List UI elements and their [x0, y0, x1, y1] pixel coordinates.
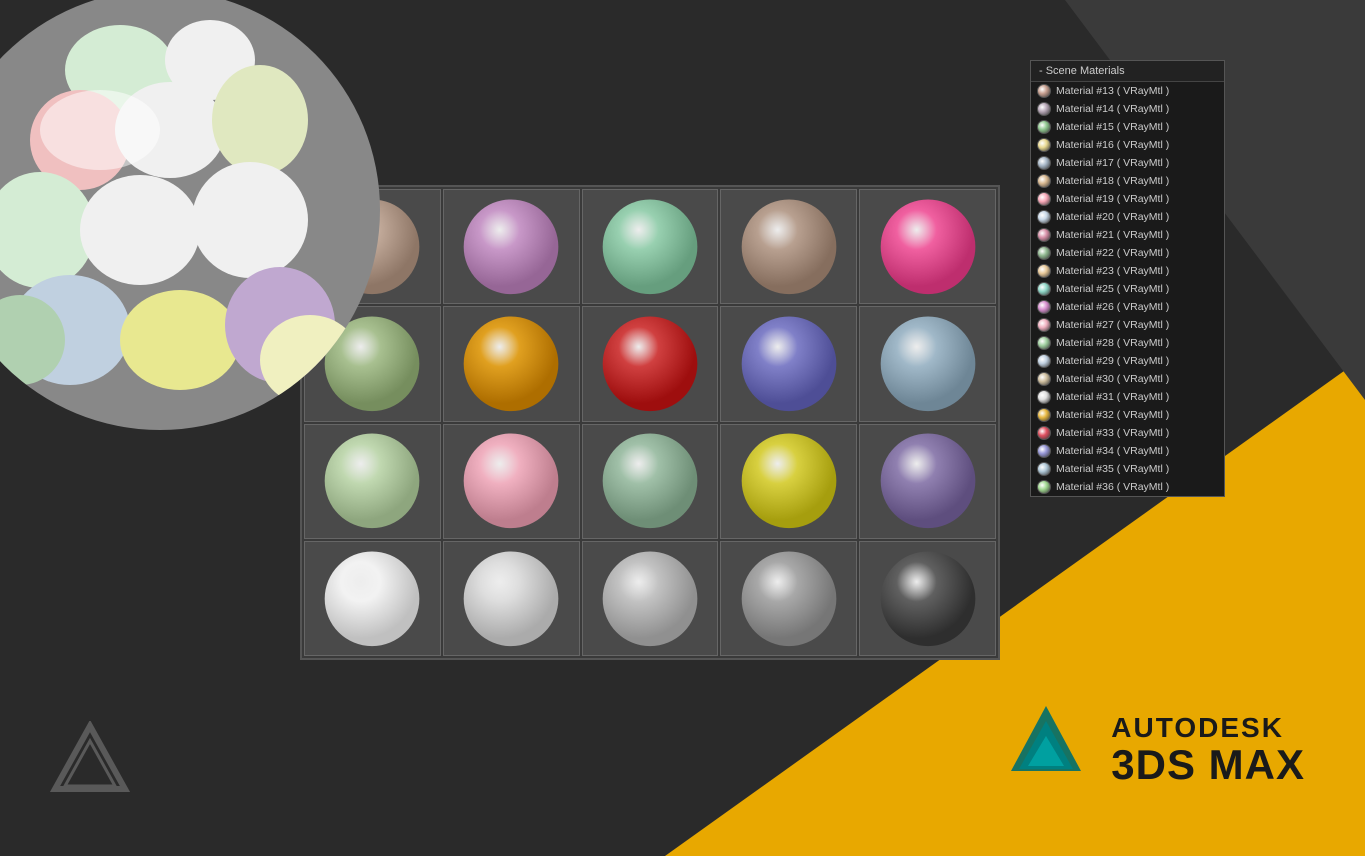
material-swatch-21: [1037, 228, 1051, 242]
material-list-item-21[interactable]: Material #21 ( VRayMtl ): [1031, 226, 1224, 244]
material-list-item-34[interactable]: Material #34 ( VRayMtl ): [1031, 442, 1224, 460]
material-list-item-16[interactable]: Material #16 ( VRayMtl ): [1031, 136, 1224, 154]
material-cell-8: [720, 306, 857, 421]
material-cell-3: [720, 189, 857, 304]
material-label-36: Material #36 ( VRayMtl ): [1056, 481, 1169, 493]
material-label-19: Material #19 ( VRayMtl ): [1056, 193, 1169, 205]
material-cell-9: [859, 306, 996, 421]
3dsmax-icon: [1001, 701, 1091, 796]
material-label-30: Material #30 ( VRayMtl ): [1056, 373, 1169, 385]
material-list-item-22[interactable]: Material #22 ( VRayMtl ): [1031, 244, 1224, 262]
material-swatch-23: [1037, 264, 1051, 278]
scene-materials-panel: - Scene Materials Material #13 ( VRayMtl…: [1030, 60, 1225, 497]
material-label-22: Material #22 ( VRayMtl ): [1056, 247, 1169, 259]
material-label-16: Material #16 ( VRayMtl ): [1056, 139, 1169, 151]
material-list-item-15[interactable]: Material #15 ( VRayMtl ): [1031, 118, 1224, 136]
material-cell-18: [720, 541, 857, 656]
primus-logo: [50, 721, 130, 806]
material-list-item-28[interactable]: Material #28 ( VRayMtl ): [1031, 334, 1224, 352]
material-label-15: Material #15 ( VRayMtl ): [1056, 121, 1169, 133]
material-swatch-26: [1037, 300, 1051, 314]
material-cell-2: [582, 189, 719, 304]
material-cell-11: [443, 424, 580, 539]
material-list-item-13[interactable]: Material #13 ( VRayMtl ): [1031, 82, 1224, 100]
material-list-item-30[interactable]: Material #30 ( VRayMtl ): [1031, 370, 1224, 388]
material-list-item-20[interactable]: Material #20 ( VRayMtl ): [1031, 208, 1224, 226]
material-cell-19: [859, 541, 996, 656]
material-swatch-18: [1037, 174, 1051, 188]
material-list-item-17[interactable]: Material #17 ( VRayMtl ): [1031, 154, 1224, 172]
material-cell-7: [582, 306, 719, 421]
material-label-14: Material #14 ( VRayMtl ): [1056, 103, 1169, 115]
material-swatch-27: [1037, 318, 1051, 332]
panel-header: - Scene Materials: [1031, 61, 1224, 82]
material-cell-15: [304, 541, 441, 656]
material-cell-4: [859, 189, 996, 304]
material-swatch-13: [1037, 84, 1051, 98]
material-swatch-29: [1037, 354, 1051, 368]
material-swatch-20: [1037, 210, 1051, 224]
material-swatch-31: [1037, 390, 1051, 404]
material-label-18: Material #18 ( VRayMtl ): [1056, 175, 1169, 187]
material-cell-13: [720, 424, 857, 539]
material-cell-14: [859, 424, 996, 539]
material-swatch-19: [1037, 192, 1051, 206]
material-list-item-25[interactable]: Material #25 ( VRayMtl ): [1031, 280, 1224, 298]
material-swatch-16: [1037, 138, 1051, 152]
material-list-item-14[interactable]: Material #14 ( VRayMtl ): [1031, 100, 1224, 118]
material-cell-1: [443, 189, 580, 304]
material-swatch-15: [1037, 120, 1051, 134]
material-swatch-14: [1037, 102, 1051, 116]
autodesk-name: AUTODESK: [1111, 712, 1305, 744]
material-list-item-19[interactable]: Material #19 ( VRayMtl ): [1031, 190, 1224, 208]
material-label-26: Material #26 ( VRayMtl ): [1056, 301, 1169, 313]
material-list-item-23[interactable]: Material #23 ( VRayMtl ): [1031, 262, 1224, 280]
material-swatch-32: [1037, 408, 1051, 422]
material-grid: [300, 185, 1000, 660]
material-swatch-28: [1037, 336, 1051, 350]
autodesk-text-block: AUTODESK 3DS MAX: [1111, 712, 1305, 786]
material-list-item-32[interactable]: Material #32 ( VRayMtl ): [1031, 406, 1224, 424]
autodesk-branding: AUTODESK 3DS MAX: [1001, 701, 1305, 796]
material-swatch-35: [1037, 462, 1051, 476]
material-label-17: Material #17 ( VRayMtl ): [1056, 157, 1169, 169]
autodesk-product: 3DS MAX: [1111, 744, 1305, 786]
material-label-33: Material #33 ( VRayMtl ): [1056, 427, 1169, 439]
material-label-23: Material #23 ( VRayMtl ): [1056, 265, 1169, 277]
material-label-21: Material #21 ( VRayMtl ): [1056, 229, 1169, 241]
material-label-13: Material #13 ( VRayMtl ): [1056, 85, 1169, 97]
material-swatch-22: [1037, 246, 1051, 260]
material-label-25: Material #25 ( VRayMtl ): [1056, 283, 1169, 295]
material-list-item-36[interactable]: Material #36 ( VRayMtl ): [1031, 478, 1224, 496]
material-cell-6: [443, 306, 580, 421]
material-cell-16: [443, 541, 580, 656]
material-list-item-35[interactable]: Material #35 ( VRayMtl ): [1031, 460, 1224, 478]
material-list-item-31[interactable]: Material #31 ( VRayMtl ): [1031, 388, 1224, 406]
material-label-34: Material #34 ( VRayMtl ): [1056, 445, 1169, 457]
material-list-item-29[interactable]: Material #29 ( VRayMtl ): [1031, 352, 1224, 370]
material-label-29: Material #29 ( VRayMtl ): [1056, 355, 1169, 367]
material-list-item-26[interactable]: Material #26 ( VRayMtl ): [1031, 298, 1224, 316]
material-swatch-30: [1037, 372, 1051, 386]
material-cell-17: [582, 541, 719, 656]
material-swatch-33: [1037, 426, 1051, 440]
material-label-27: Material #27 ( VRayMtl ): [1056, 319, 1169, 331]
large-preview-sphere: [0, 0, 400, 450]
material-label-20: Material #20 ( VRayMtl ): [1056, 211, 1169, 223]
material-list-item-27[interactable]: Material #27 ( VRayMtl ): [1031, 316, 1224, 334]
material-label-32: Material #32 ( VRayMtl ): [1056, 409, 1169, 421]
material-swatch-25: [1037, 282, 1051, 296]
material-list-item-18[interactable]: Material #18 ( VRayMtl ): [1031, 172, 1224, 190]
material-label-35: Material #35 ( VRayMtl ): [1056, 463, 1169, 475]
material-swatch-34: [1037, 444, 1051, 458]
material-label-28: Material #28 ( VRayMtl ): [1056, 337, 1169, 349]
material-label-31: Material #31 ( VRayMtl ): [1056, 391, 1169, 403]
material-swatch-36: [1037, 480, 1051, 494]
material-cell-12: [582, 424, 719, 539]
material-swatch-17: [1037, 156, 1051, 170]
material-list-item-33[interactable]: Material #33 ( VRayMtl ): [1031, 424, 1224, 442]
